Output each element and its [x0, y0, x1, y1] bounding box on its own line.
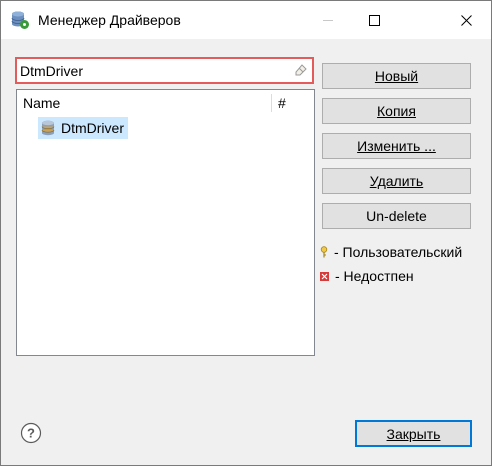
database-driver-icon: [11, 11, 29, 29]
minimize-button[interactable]: [305, 1, 351, 39]
tree-item-label: DtmDriver: [61, 120, 124, 136]
undelete-driver-button[interactable]: Un-delete: [322, 203, 471, 229]
delete-button-label: Удалить: [369, 173, 424, 189]
title-bar: Менеджер Драйверов: [1, 1, 491, 39]
key-icon: [320, 246, 328, 258]
search-field[interactable]: [15, 57, 314, 84]
edit-driver-button[interactable]: Изменить ...: [322, 133, 471, 159]
maximize-icon: [368, 14, 380, 26]
maximize-button[interactable]: [351, 1, 397, 39]
window-title: Менеджер Драйверов: [38, 12, 181, 28]
legend-unavailable-label: - Недостпен: [335, 268, 414, 284]
tree-item-driver[interactable]: DtmDriver: [38, 117, 128, 139]
svg-text:?: ?: [27, 426, 35, 441]
driver-manager-dialog: Менеджер Драйверов Name #: [0, 0, 492, 466]
new-driver-button[interactable]: Новый: [322, 63, 471, 89]
copy-driver-button[interactable]: Копия: [322, 98, 471, 124]
driver-tree[interactable]: Name # DtmDriver: [16, 89, 315, 356]
error-x-icon: [320, 271, 329, 281]
legend-user-defined-label: - Пользовательский: [334, 244, 463, 260]
edit-button-label: Изменить ...: [357, 138, 436, 154]
close-button-label: Закрыть: [386, 425, 441, 442]
close-button[interactable]: Закрыть: [355, 420, 472, 447]
undelete-button-label: Un-delete: [366, 208, 427, 224]
column-header-count[interactable]: #: [278, 95, 286, 111]
copy-button-label: Копия: [377, 103, 416, 119]
minimize-icon: [322, 19, 333, 21]
new-button-label: Новый: [374, 68, 419, 84]
search-input[interactable]: [20, 60, 290, 81]
delete-driver-button[interactable]: Удалить: [322, 168, 471, 194]
legend-user-defined: - Пользовательский: [320, 244, 462, 260]
close-icon: [460, 14, 472, 26]
eraser-icon[interactable]: [295, 64, 307, 76]
legend-unavailable: - Недостпен: [320, 268, 414, 284]
database-icon: [41, 120, 55, 136]
column-header-name[interactable]: Name: [23, 95, 60, 111]
help-icon[interactable]: ?: [20, 422, 42, 444]
close-window-button[interactable]: [443, 1, 489, 39]
column-divider[interactable]: [271, 94, 272, 112]
